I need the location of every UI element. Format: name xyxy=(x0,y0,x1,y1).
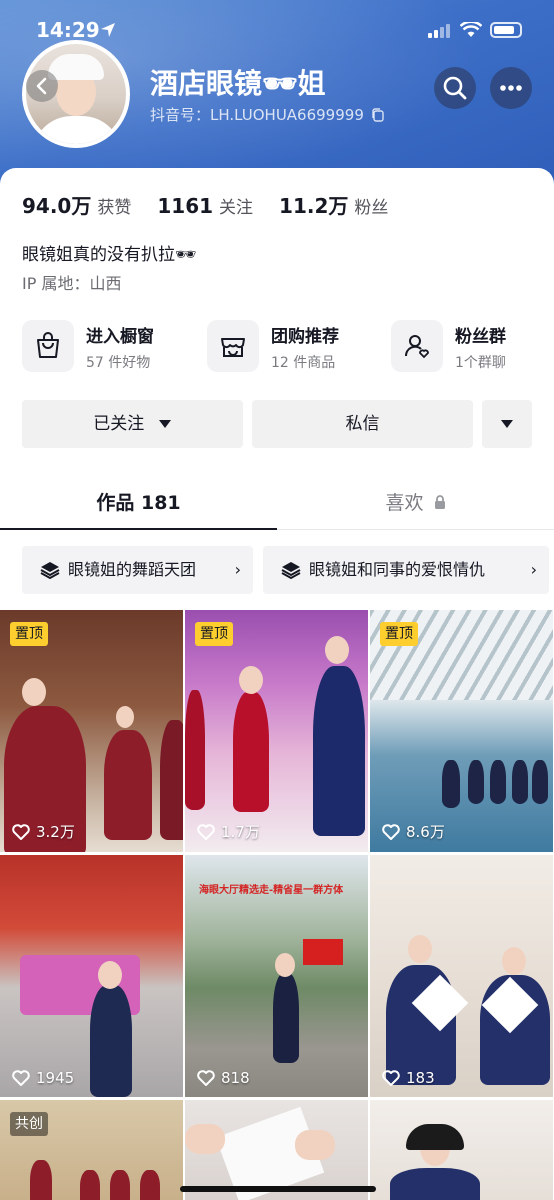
profile-name: 酒店眼镜🕶姐 xyxy=(150,67,326,100)
heart-outline-icon xyxy=(197,1070,215,1086)
tab-likes-label: 喜欢 xyxy=(385,492,424,514)
video-likes-count: 183 xyxy=(406,1069,435,1087)
message-label: 私信 xyxy=(345,414,380,434)
service-subtitle: 1个群聊 xyxy=(455,355,506,371)
video-thumbnail[interactable]: 1945 xyxy=(0,855,183,1097)
video-likes: 1945 xyxy=(12,1069,74,1087)
chevron-right-icon: › xyxy=(234,560,241,579)
profile-bio: 眼镜姐真的没有扒拉🕶 xyxy=(22,245,197,265)
ip-location: IP 属地：山西 xyxy=(22,274,122,293)
tab-works[interactable]: 作品 181 xyxy=(0,488,277,515)
heart-outline-icon xyxy=(12,1070,30,1086)
service-title: 进入橱窗 xyxy=(86,327,154,347)
service-subtitle: 57 件好物 xyxy=(86,355,151,371)
video-thumbnail[interactable]: 海眼大厅精选走-精省星一群方体 818 xyxy=(185,855,368,1097)
video-thumbnail[interactable]: 置顶 1.7万 xyxy=(185,610,368,852)
video-thumbnail[interactable]: 置顶 8.6万 xyxy=(370,610,553,852)
heart-outline-icon xyxy=(197,823,215,840)
profile-card: 94.0万 获赞 1161 关注 11.2万 粉丝 眼镜姐真的没有扒拉🕶 IP 属地：… xyxy=(0,168,554,1200)
stat-following[interactable]: 1161 关注 xyxy=(157,193,253,218)
collection-title: 眼镜姐的舞蹈天团 xyxy=(68,560,197,579)
co-create-badge: 共创 xyxy=(10,1112,48,1136)
service-fan-group[interactable]: 粉丝群 1个群聊 xyxy=(391,318,541,374)
video-likes: 1.7万 xyxy=(197,821,260,842)
video-thumbnail[interactable]: 共创 xyxy=(0,1100,183,1200)
caret-down-icon xyxy=(501,420,513,428)
service-shop-window[interactable]: 进入橱窗 57 件好物 xyxy=(22,318,192,374)
followed-label: 已关注 xyxy=(93,414,145,434)
pinned-badge: 置顶 xyxy=(10,622,48,646)
stat-label: 关注 xyxy=(219,198,254,218)
stat-value: 1161 xyxy=(157,194,214,218)
service-subtitle: 12 件商品 xyxy=(271,355,336,371)
stat-likes[interactable]: 94.0万 获赞 xyxy=(22,190,131,219)
lock-icon xyxy=(434,495,445,509)
followed-button[interactable]: 已关注 xyxy=(22,400,243,448)
tab-active-indicator xyxy=(0,528,277,530)
message-button[interactable]: 私信 xyxy=(252,400,473,448)
service-title: 团购推荐 xyxy=(271,327,339,347)
stat-label: 粉丝 xyxy=(354,198,389,218)
battery-icon xyxy=(490,22,522,38)
shopping-bag-icon xyxy=(37,332,59,358)
video-likes-count: 1945 xyxy=(36,1069,75,1087)
search-button[interactable] xyxy=(434,67,476,109)
video-likes: 818 xyxy=(197,1069,250,1087)
group-icon xyxy=(404,335,429,359)
location-arrow-icon xyxy=(101,23,115,37)
collection-colleagues[interactable]: 眼镜姐和同事的爱恨情仇 › xyxy=(263,546,549,594)
video-thumbnail[interactable]: 置顶 3.2万 xyxy=(0,610,183,852)
video-likes: 8.6万 xyxy=(382,821,445,842)
collection-dance[interactable]: 眼镜姐的舞蹈天团 › xyxy=(22,546,253,594)
stat-value: 11.2万 xyxy=(279,194,349,218)
video-likes-count: 818 xyxy=(221,1069,250,1087)
video-thumbnail[interactable] xyxy=(185,1100,368,1200)
more-dots-icon xyxy=(500,85,522,91)
heart-outline-icon xyxy=(382,1070,400,1086)
chevron-right-icon: › xyxy=(530,560,537,579)
video-caption: 海眼大厅精选走-精省星一群方体 xyxy=(199,885,344,896)
service-title: 粉丝群 xyxy=(455,327,506,347)
video-likes-count: 3.2万 xyxy=(36,823,75,841)
douyin-id-text: 抖音号：LH.LUOHUA6699999 xyxy=(150,106,364,124)
stat-followers[interactable]: 11.2万 粉丝 xyxy=(279,190,388,219)
stat-value: 94.0万 xyxy=(22,194,92,218)
pinned-badge: 置顶 xyxy=(195,622,233,646)
video-likes: 183 xyxy=(382,1069,435,1087)
profile-stats: 94.0万 获赞 1161 关注 11.2万 粉丝 xyxy=(22,190,388,219)
home-indicator xyxy=(180,1186,376,1192)
search-icon xyxy=(443,76,467,100)
recommend-dropdown-button[interactable] xyxy=(482,400,532,448)
caret-down-icon xyxy=(158,420,171,428)
wifi-icon xyxy=(460,22,482,37)
store-icon xyxy=(221,338,245,357)
video-thumbnail[interactable] xyxy=(370,1100,553,1200)
video-likes: 3.2万 xyxy=(12,821,75,842)
heart-outline-icon xyxy=(382,823,400,840)
copy-icon xyxy=(371,108,384,122)
service-group-buy[interactable]: 团购推荐 12 件商品 xyxy=(207,318,377,374)
stat-label: 获赞 xyxy=(97,198,132,218)
layers-icon xyxy=(281,562,301,580)
content-tabs: 作品 181 喜欢 xyxy=(0,480,554,530)
video-likes-count: 1.7万 xyxy=(221,823,260,841)
more-button[interactable] xyxy=(490,67,532,109)
layers-icon xyxy=(40,562,60,580)
heart-outline-icon xyxy=(12,823,30,840)
back-button[interactable] xyxy=(26,70,58,102)
video-thumbnail[interactable]: 183 xyxy=(370,855,553,1097)
douyin-id[interactable]: 抖音号：LH.LUOHUA6699999 xyxy=(150,104,385,125)
status-time: 14:29 xyxy=(36,18,100,42)
chevron-left-icon xyxy=(36,77,47,95)
collection-title: 眼镜姐和同事的爱恨情仇 xyxy=(309,560,486,579)
pinned-badge: 置顶 xyxy=(380,622,418,646)
tab-likes[interactable]: 喜欢 xyxy=(277,488,554,515)
signal-icon xyxy=(428,24,450,38)
video-likes-count: 8.6万 xyxy=(406,823,445,841)
